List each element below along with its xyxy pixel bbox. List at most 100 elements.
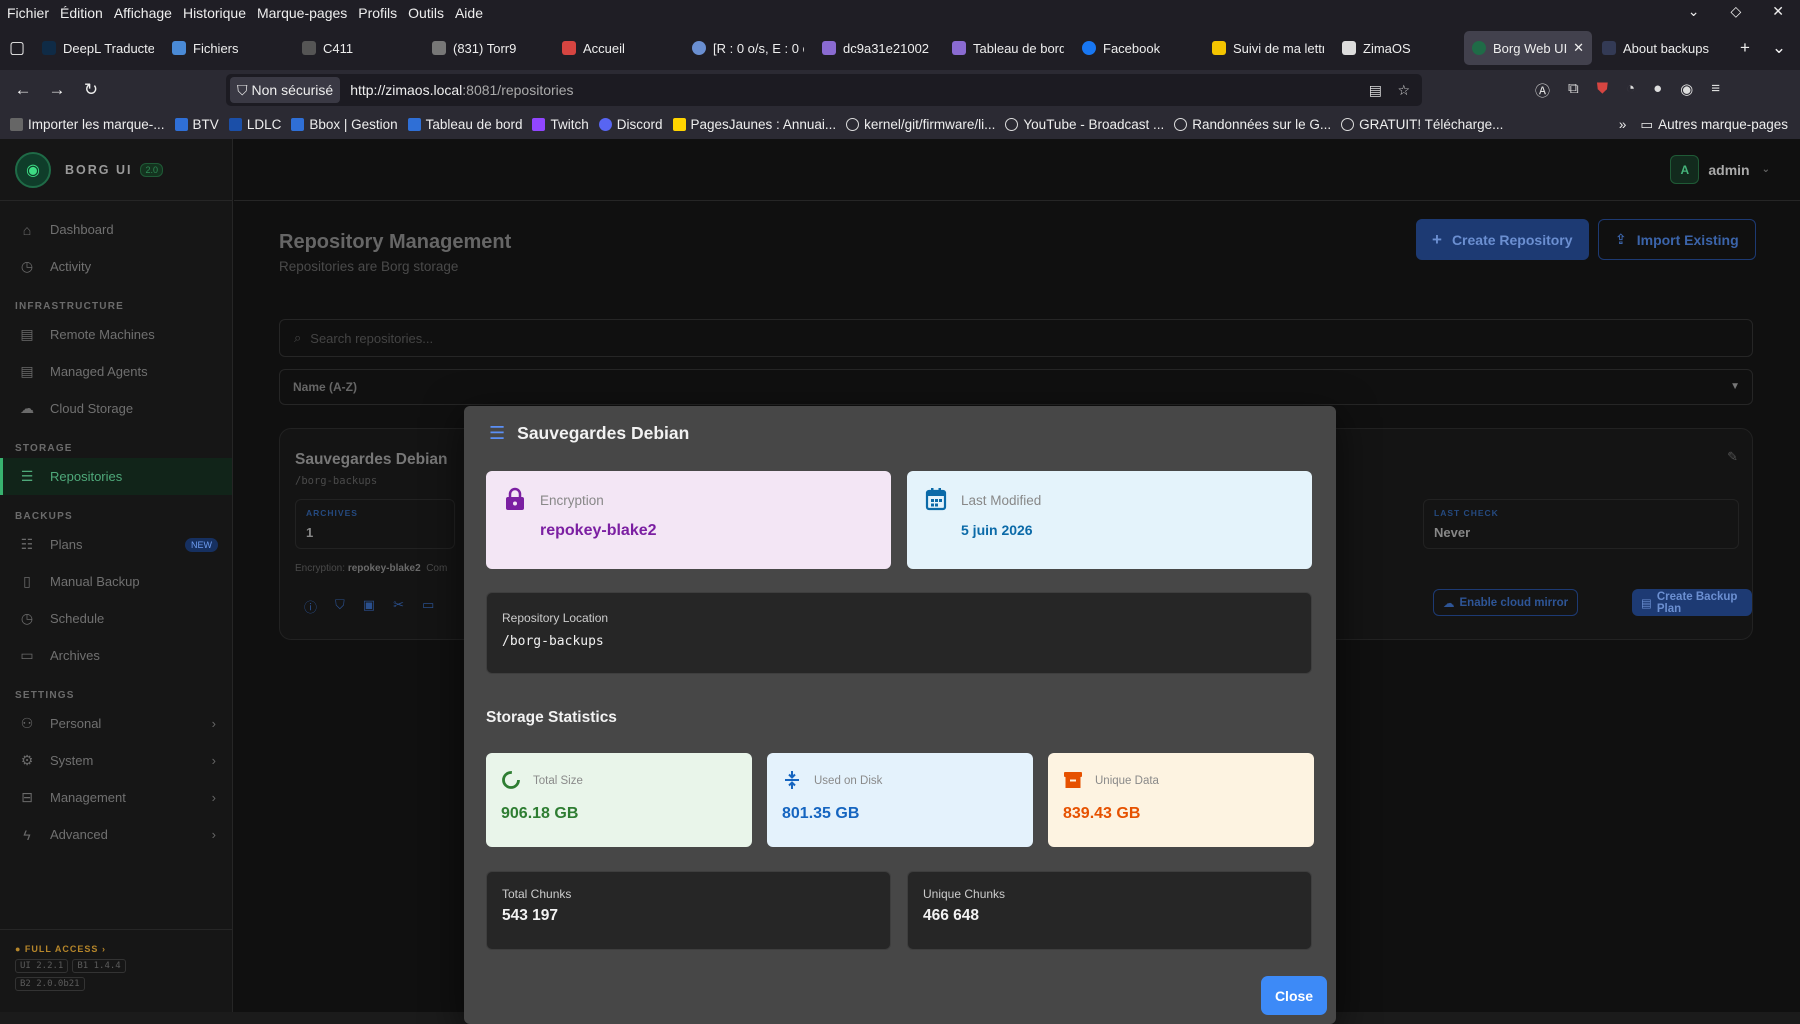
user-menu[interactable]: A admin ⌄ (1670, 155, 1770, 184)
tab-list-icon[interactable]: ⌄ (1762, 38, 1796, 58)
enable-cloud-mirror-button[interactable]: ☁ Enable cloud mirror (1433, 589, 1579, 616)
bookmark-kernel[interactable]: kernel/git/firmware/li... (846, 117, 995, 132)
archive-icon: ▭ (20, 647, 34, 663)
total-chunks-box: Total Chunks 543 197 (486, 871, 891, 950)
url-bar[interactable]: ⛉ Non sécurisé http://zimaos.local:8081/r… (226, 74, 1422, 106)
sidebar-item-manual-backup[interactable]: ▯ Manual Backup (0, 563, 232, 600)
bookmark-randonnees[interactable]: Randonnées sur le G... (1174, 117, 1331, 132)
account-icon[interactable]: Ⓐ (1535, 80, 1550, 101)
close-tab-icon[interactable]: ✕ (1573, 40, 1584, 56)
reload-icon[interactable]: ↻ (74, 80, 108, 100)
tab-dc9a[interactable]: dc9a31e21002 (814, 31, 942, 65)
nav-bar: ← → ↻ ⛉ Non sécurisé http://zimaos.local:… (0, 70, 1800, 110)
sort-select[interactable]: Name (A-Z) ▼ (279, 369, 1753, 405)
sidebar-item-remote-machines[interactable]: ▤ Remote Machines (0, 316, 232, 353)
sidebar-item-schedule[interactable]: ◷ Schedule (0, 600, 232, 637)
ublock-icon[interactable]: ⛊ (1597, 80, 1608, 101)
chevron-right-icon: › (211, 790, 216, 805)
url-text[interactable]: http://zimaos.local:8081/repositories (350, 82, 573, 98)
tab-accueil[interactable]: Accueil (554, 31, 682, 65)
menu-bookmarks[interactable]: Marque-pages (257, 5, 347, 21)
scissors-icon[interactable]: ✂ (393, 597, 404, 616)
unique-chunks-box: Unique Chunks 466 648 (907, 871, 1312, 950)
record-icon[interactable]: ● (1653, 80, 1662, 101)
sidebar-item-advanced[interactable]: ϟ Advanced › (0, 816, 232, 853)
clock-icon: ◷ (20, 610, 34, 626)
bookmark-youtube[interactable]: YouTube - Broadcast ... (1005, 117, 1164, 132)
sidebar-item-activity[interactable]: ◷ Activity (0, 248, 232, 285)
tab-fichiers[interactable]: Fichiers (164, 31, 292, 65)
minimize-icon[interactable]: ⌄ (1688, 3, 1700, 20)
tab-facebook[interactable]: Facebook (1074, 31, 1202, 65)
hamburger-menu-icon[interactable]: ≡ (1711, 80, 1720, 101)
repository-name: Sauvegardes Debian (295, 451, 448, 468)
sidebar-item-repositories[interactable]: ☰ Repositories (0, 458, 232, 495)
bookmark-other[interactable]: » ▭ Autres marque-pages (1619, 117, 1788, 133)
menu-view[interactable]: Affichage (114, 5, 172, 21)
encryption-card: Encryption repokey-blake2 (486, 471, 891, 569)
chevron-double-right-icon[interactable]: » (1619, 117, 1627, 132)
tab-zimaos[interactable]: ZimaOS (1334, 31, 1462, 65)
reader-icon[interactable]: ▤ (1369, 82, 1382, 99)
menu-edit[interactable]: Édition (60, 5, 103, 21)
tab-overview-icon[interactable]: ▢ (0, 38, 34, 58)
sidebar-item-dashboard[interactable]: ⌂ Dashboard (0, 211, 232, 248)
tab-suivi[interactable]: Suivi de ma lettre (1204, 31, 1332, 65)
create-backup-plan-button[interactable]: ▤ Create Backup Plan (1632, 589, 1752, 616)
bookmark-import[interactable]: Importer les marque-... (10, 117, 165, 132)
bookmark-tableau[interactable]: Tableau de bord (407, 117, 522, 132)
sync-icon[interactable]: ◉ (1680, 80, 1693, 101)
card-encryption: Encryption: repokey-blake2 Com (295, 563, 448, 574)
close-window-icon[interactable]: ✕ (1772, 3, 1784, 20)
create-repository-button[interactable]: + Create Repository (1416, 219, 1589, 260)
doc-icon (1602, 41, 1616, 55)
menu-tools[interactable]: Outils (408, 5, 444, 21)
tab-borg-web-ui[interactable]: Borg Web UI ✕ (1464, 31, 1592, 65)
location-value: /borg-backups (502, 634, 604, 649)
sidebar-item-cloud-storage[interactable]: ☁ Cloud Storage (0, 390, 232, 427)
borg-ui-app: ◉ BORG UI 2.0 ⌂ Dashboard ◷ Activity INFRA… (0, 139, 1800, 1024)
bookmark-btv[interactable]: BTV (174, 117, 219, 132)
bookmark-twitch[interactable]: Twitch (532, 117, 589, 132)
folder-icon[interactable]: ▭ (422, 597, 434, 616)
import-existing-button[interactable]: ⇪ Import Existing (1598, 219, 1756, 260)
chat-icon[interactable]: ◔ (1626, 80, 1635, 101)
sidebar-item-personal[interactable]: ⚇ Personal › (0, 705, 232, 742)
sidebar-item-management[interactable]: ⊟ Management › (0, 779, 232, 816)
close-button[interactable]: Close (1261, 976, 1327, 1015)
sidebar-item-archives[interactable]: ▭ Archives (0, 637, 232, 674)
sidebar-item-plans[interactable]: ☷ Plans NEW (0, 526, 232, 563)
star-icon[interactable]: ☆ (1397, 82, 1410, 99)
tab-transfer[interactable]: [R : 0 o/s, E : 0 o/s] (684, 31, 812, 65)
back-icon[interactable]: ← (6, 80, 40, 100)
tab-deepl[interactable]: DeepL Traducteur (34, 31, 162, 65)
tab-c411[interactable]: C411 (294, 31, 422, 65)
shield-check-icon[interactable]: ⛉ (335, 597, 345, 616)
bookmark-bbox[interactable]: Bbox | Gestion (291, 117, 398, 132)
bookmark-discord[interactable]: Discord (598, 117, 663, 132)
bolt-icon: ϟ (23, 826, 31, 843)
tab-tableau[interactable]: Tableau de bord (944, 31, 1072, 65)
forward-icon[interactable]: → (40, 80, 74, 100)
new-tab-icon[interactable]: + (1728, 38, 1762, 58)
edit-icon[interactable]: ✎ (1727, 449, 1738, 465)
sidebar-item-managed-agents[interactable]: ▤ Managed Agents (0, 353, 232, 390)
bookmark-pagesjaunes[interactable]: PagesJaunes : Annuai... (672, 117, 836, 132)
extension-icon[interactable]: ⧉ (1568, 80, 1579, 101)
sidebar-item-system[interactable]: ⚙ System › (0, 742, 232, 779)
bookmark-ldlc[interactable]: LDLC (228, 117, 281, 132)
restore-icon[interactable]: ◇ (1730, 3, 1741, 20)
tab-about-backups[interactable]: About backups (1594, 31, 1722, 65)
calendar-icon[interactable]: ▣ (363, 597, 375, 616)
info-icon[interactable]: ⓘ (304, 597, 317, 616)
menu-history[interactable]: Historique (183, 5, 246, 21)
search-input[interactable]: ⌕ Search repositories... (279, 319, 1753, 357)
menu-profiles[interactable]: Profils (358, 5, 397, 21)
security-indicator[interactable]: ⛉ Non sécurisé (230, 77, 341, 103)
menu-file[interactable]: Fichier (7, 5, 49, 21)
bookmark-gratuit[interactable]: GRATUIT! Télécharge... (1341, 117, 1503, 132)
tab-torr9[interactable]: (831) Torr9 (424, 31, 552, 65)
menu-help[interactable]: Aide (455, 5, 483, 21)
access-level[interactable]: ● FULL ACCESS › (15, 944, 233, 954)
shield-icon: ⛉ (237, 81, 248, 98)
